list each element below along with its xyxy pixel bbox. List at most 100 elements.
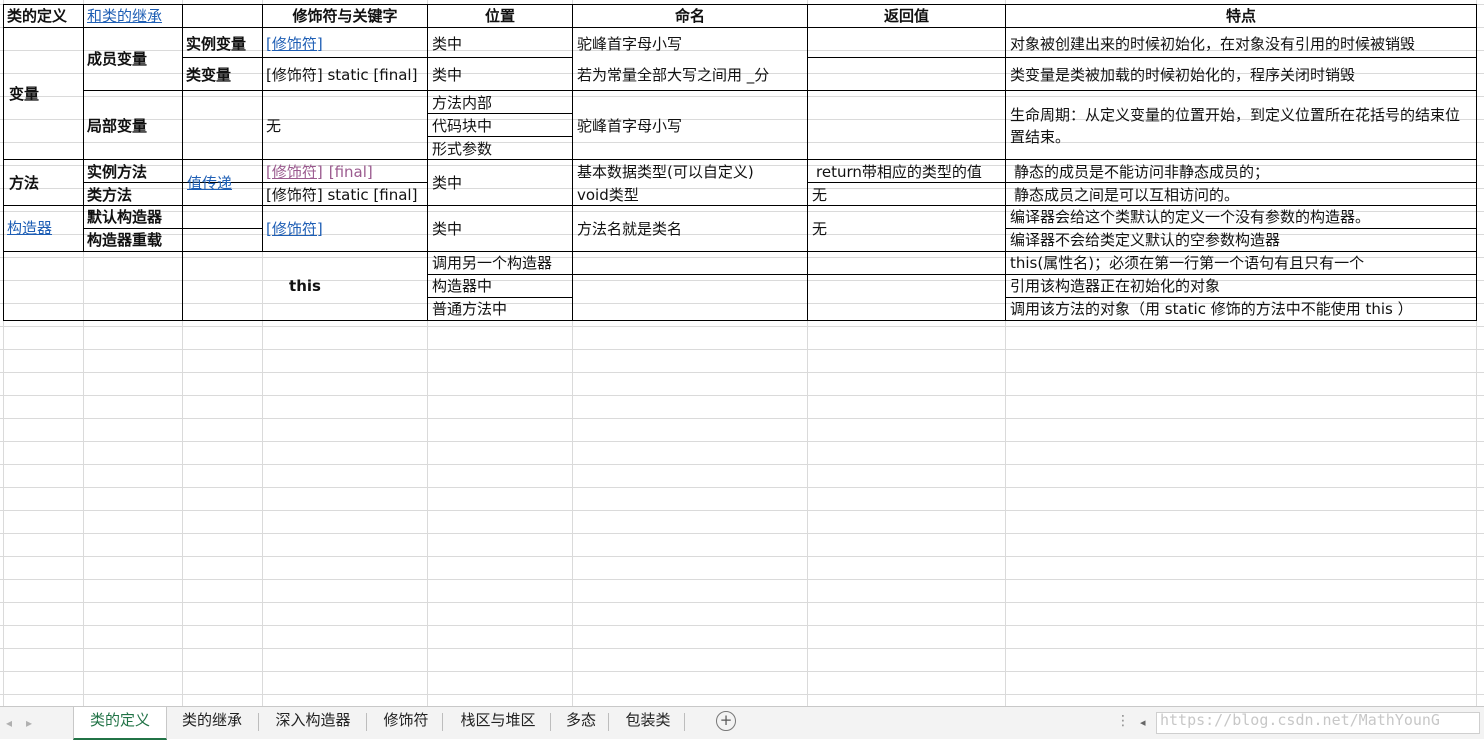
header-location[interactable]: 位置 xyxy=(428,5,572,27)
cell-this-keyword[interactable]: this xyxy=(183,252,427,320)
cell-constructor-naming[interactable]: 方法名就是类名 xyxy=(577,206,807,251)
sheet-tab-bar: ◂ ▸ 类的定义 类的继承 深入构造器 修饰符 栈区与堆区 多态 包装类 + ⋮… xyxy=(0,706,1484,740)
more-options-icon[interactable]: ⋮ xyxy=(1116,713,1130,729)
cell-local-location-3[interactable]: 形式参数 xyxy=(432,138,572,159)
sheet-tab-class-def[interactable]: 类的定义 xyxy=(73,707,167,740)
tab-separator xyxy=(442,713,443,731)
cell-local-naming[interactable]: 驼峰首字母小写 xyxy=(577,92,807,159)
cell-class-var-feature[interactable]: 类变量是类被加载的时候初始化的，程序关闭时销毁 xyxy=(1010,60,1476,90)
grid-hline xyxy=(0,464,1484,465)
instance-method-modifier-link[interactable]: [修饰符] xyxy=(266,161,323,182)
cell-local-location-2[interactable]: 代码块中 xyxy=(432,115,572,136)
cell-class-method-naming[interactable]: void类型 xyxy=(577,184,807,205)
grid-hline xyxy=(0,648,1484,649)
header-features[interactable]: 特点 xyxy=(1006,5,1476,27)
sheet-tab-class-inherit[interactable]: 类的继承 xyxy=(170,707,254,738)
cell-default-constructor[interactable]: 默认构造器 xyxy=(87,206,181,228)
cell-instance-variable[interactable]: 实例变量 xyxy=(186,30,262,58)
cell-instance-method-feature[interactable]: 静态的成员是不能访问非静态成员的； xyxy=(1014,161,1476,182)
cell-local-modifier[interactable]: 无 xyxy=(266,92,426,159)
grid-hline xyxy=(0,579,1484,580)
cell-method-location[interactable]: 类中 xyxy=(432,161,572,205)
cell-class-variable[interactable]: 类变量 xyxy=(186,60,262,90)
tab-separator xyxy=(550,713,551,731)
cell-class-method[interactable]: 类方法 xyxy=(87,184,181,205)
grid-hline xyxy=(0,694,1484,695)
cell-member-variable[interactable]: 成员变量 xyxy=(87,28,181,90)
cell-class-method-modifier[interactable]: [修饰符] static [final] xyxy=(266,184,426,205)
sheet-tab-constructor[interactable]: 深入构造器 xyxy=(264,707,362,738)
cell-this-feature-2[interactable]: 引用该构造器正在初始化的对象 xyxy=(1010,275,1476,297)
border-vline xyxy=(572,4,573,321)
border-hline xyxy=(807,182,1477,183)
grid-hline xyxy=(0,487,1484,488)
border-hline xyxy=(427,136,573,137)
cell-instance-naming[interactable]: 驼峰首字母小写 xyxy=(577,30,807,58)
cell-this-location-1[interactable]: 调用另一个构造器 xyxy=(432,252,572,274)
cell-local-feature[interactable]: 生命周期：从定义变量的位置开始，到定义位置所在花括号的结束位置结束。 xyxy=(1010,92,1472,159)
header-class-inherit-link[interactable]: 和类的继承 xyxy=(87,5,182,27)
cell-constructor-location[interactable]: 类中 xyxy=(432,206,572,251)
sheet-tab-stack-heap[interactable]: 栈区与堆区 xyxy=(448,707,548,738)
cell-class-method-return[interactable]: 无 xyxy=(812,184,1005,205)
border-vline xyxy=(807,4,808,321)
cell-variable-group[interactable]: 变量 xyxy=(9,28,81,159)
cell-this-feature-3[interactable]: 调用该方法的对象（用 static 修饰的方法中不能使用 this ） xyxy=(1010,298,1476,320)
cell-class-var-modifier[interactable]: [修饰符] static [final] xyxy=(266,60,426,90)
scroll-left-icon[interactable]: ◂ xyxy=(1140,716,1146,729)
cell-overload-constructor-feature[interactable]: 编译器不会给类定义默认的空参数构造器 xyxy=(1010,229,1476,251)
cell-class-var-naming[interactable]: 若为常量全部大写之间用 _分 xyxy=(577,60,807,90)
header-modifiers[interactable]: 修饰符与关键字 xyxy=(263,5,427,27)
cell-value-pass-link[interactable]: 值传递 xyxy=(187,161,261,205)
cell-class-var-location[interactable]: 类中 xyxy=(432,60,572,90)
cell-local-variable[interactable]: 局部变量 xyxy=(87,92,181,159)
cell-this-location-3[interactable]: 普通方法中 xyxy=(432,298,572,320)
border-hline xyxy=(3,27,1477,28)
prev-sheet-icon[interactable]: ◂ xyxy=(6,716,12,730)
header-naming[interactable]: 命名 xyxy=(573,5,807,27)
tab-separator xyxy=(684,713,685,731)
cell-instance-method-naming[interactable]: 基本数据类型(可以自定义) xyxy=(577,161,807,182)
cell-this-location-2[interactable]: 构造器中 xyxy=(432,275,572,297)
cell-instance-method[interactable]: 实例方法 xyxy=(87,161,181,182)
next-sheet-icon[interactable]: ▸ xyxy=(26,716,32,730)
header-return[interactable]: 返回值 xyxy=(808,5,1005,27)
grid-hline xyxy=(0,418,1484,419)
cell-class-method-feature[interactable]: 静态成员之间是可以互相访问的。 xyxy=(1014,184,1476,205)
grid-hline xyxy=(0,625,1484,626)
border-vline xyxy=(83,4,84,252)
cell-this-feature-1[interactable]: this(属性名)；必须在第一行第一个语句有且只有一个 xyxy=(1010,252,1476,274)
spreadsheet-grid[interactable]: 类的定义 和类的继承 修饰符与关键字 位置 命名 返回值 特点 变量 成员变量 … xyxy=(0,0,1484,706)
border-hline xyxy=(427,113,573,114)
cell-local-location-1[interactable]: 方法内部 xyxy=(432,92,572,113)
border-vline xyxy=(262,4,263,252)
sheet-tab-wrapper[interactable]: 包装类 xyxy=(614,707,682,738)
border-hline xyxy=(3,320,1477,321)
border-vline xyxy=(1005,4,1006,321)
tab-separator xyxy=(258,713,259,731)
grid-hline xyxy=(0,395,1484,396)
cell-constructor-modifier-link[interactable]: [修饰符] xyxy=(266,206,426,251)
cell-instance-method-return[interactable]: return带相应的类型的值 xyxy=(816,161,1005,182)
cell-instance-method-modifier[interactable]: [修饰符] [final] xyxy=(266,161,426,182)
tab-separator xyxy=(366,713,367,731)
grid-hline xyxy=(0,602,1484,603)
border-hline xyxy=(83,90,1477,91)
border-hline xyxy=(262,182,428,183)
cell-constructor-return[interactable]: 无 xyxy=(812,206,1005,251)
header-class-def[interactable]: 类的定义 xyxy=(7,5,83,27)
cell-method-group[interactable]: 方法 xyxy=(9,161,81,205)
grid-hline xyxy=(0,441,1484,442)
cell-instance-location[interactable]: 类中 xyxy=(432,30,572,58)
sheet-tab-polymorphism[interactable]: 多态 xyxy=(556,707,606,738)
cell-constructor-overload[interactable]: 构造器重载 xyxy=(87,229,181,251)
cell-constructor-link[interactable]: 构造器 xyxy=(7,206,83,250)
instance-method-final: [final] xyxy=(328,162,373,181)
cell-instance-feature[interactable]: 对象被创建出来的时候初始化，在对象没有引用的时候被销毁 xyxy=(1010,30,1476,58)
border-vline xyxy=(427,4,428,321)
sheet-tab-modifier[interactable]: 修饰符 xyxy=(372,707,440,738)
border-hline xyxy=(3,159,1477,160)
add-sheet-icon[interactable]: + xyxy=(716,711,736,731)
cell-instance-modifier-link[interactable]: [修饰符] xyxy=(266,30,426,58)
cell-default-constructor-feature[interactable]: 编译器会给这个类默认的定义一个没有参数的构造器。 xyxy=(1010,206,1476,228)
